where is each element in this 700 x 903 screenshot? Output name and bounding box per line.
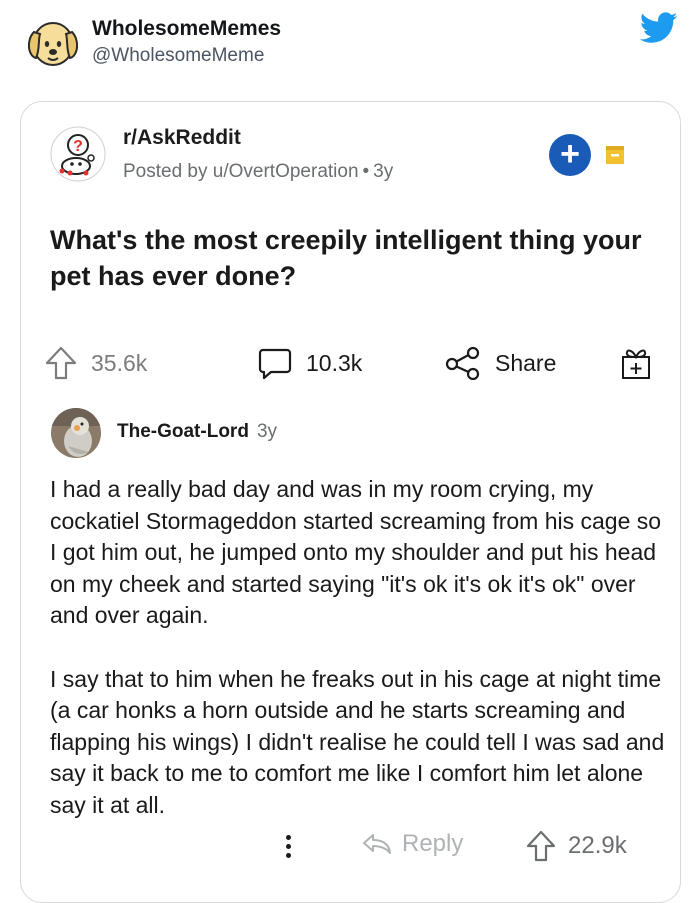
share-label: Share (495, 349, 557, 376)
twitter-bird-icon (640, 12, 678, 43)
comment-upvote-button[interactable]: 22.9k (526, 830, 627, 862)
account-handle[interactable]: @WholesomeMeme (92, 45, 264, 67)
post-meta: Posted by u/OvertOperation • 3y (123, 161, 393, 183)
reply-button[interactable]: Reply (362, 830, 463, 858)
comment-body: I had a really bad day and was in my roo… (50, 474, 665, 853)
tweet-header: WholesomeMemes @WholesomeMeme (0, 0, 700, 100)
comments-button[interactable]: 10.3k (258, 340, 362, 386)
upvote-button[interactable]: 35.6k (45, 340, 147, 386)
plus-icon: + (560, 135, 580, 173)
comment-footer: Reply 22.9k (0, 828, 700, 868)
comment-icon (258, 348, 292, 380)
commenter-avatar[interactable] (51, 408, 101, 458)
comment-author[interactable]: The-Goat-Lord (117, 421, 249, 442)
dog-avatar-icon[interactable] (22, 10, 84, 72)
save-icon[interactable] (605, 145, 625, 165)
posted-by[interactable]: Posted by u/OvertOperation (123, 161, 359, 182)
comment-vote-count: 22.9k (568, 832, 627, 859)
comment-header: The-Goat-Lord 3y (117, 421, 277, 443)
snoo-question-icon[interactable]: ? (50, 126, 106, 182)
post-age: 3y (373, 161, 394, 182)
upvote-icon (526, 830, 556, 862)
upvote-count: 35.6k (91, 349, 148, 376)
comment-paragraph: I had a really bad day and was in my roo… (50, 476, 662, 628)
share-button[interactable]: Share (445, 340, 556, 386)
share-icon (445, 346, 480, 380)
post-actions: 35.6k 10.3k Share (0, 340, 700, 390)
reply-icon (363, 834, 391, 854)
post-title[interactable]: What's the most creepily intelligent thi… (50, 222, 660, 294)
join-button[interactable]: + (549, 134, 591, 176)
svg-text:?: ? (73, 138, 83, 155)
reply-label: Reply (402, 830, 464, 857)
comment-paragraph: I say that to him when he freaks out in … (50, 665, 665, 818)
meta-separator: • (362, 161, 370, 182)
comment-age: 3y (256, 421, 278, 442)
comment-count: 10.3k (306, 349, 363, 376)
award-icon (622, 349, 650, 379)
more-icon[interactable] (281, 832, 295, 864)
award-button[interactable] (621, 340, 665, 386)
subreddit-name[interactable]: r/AskReddit (123, 126, 241, 150)
upvote-icon (45, 346, 77, 380)
account-name[interactable]: WholesomeMemes (92, 17, 281, 41)
